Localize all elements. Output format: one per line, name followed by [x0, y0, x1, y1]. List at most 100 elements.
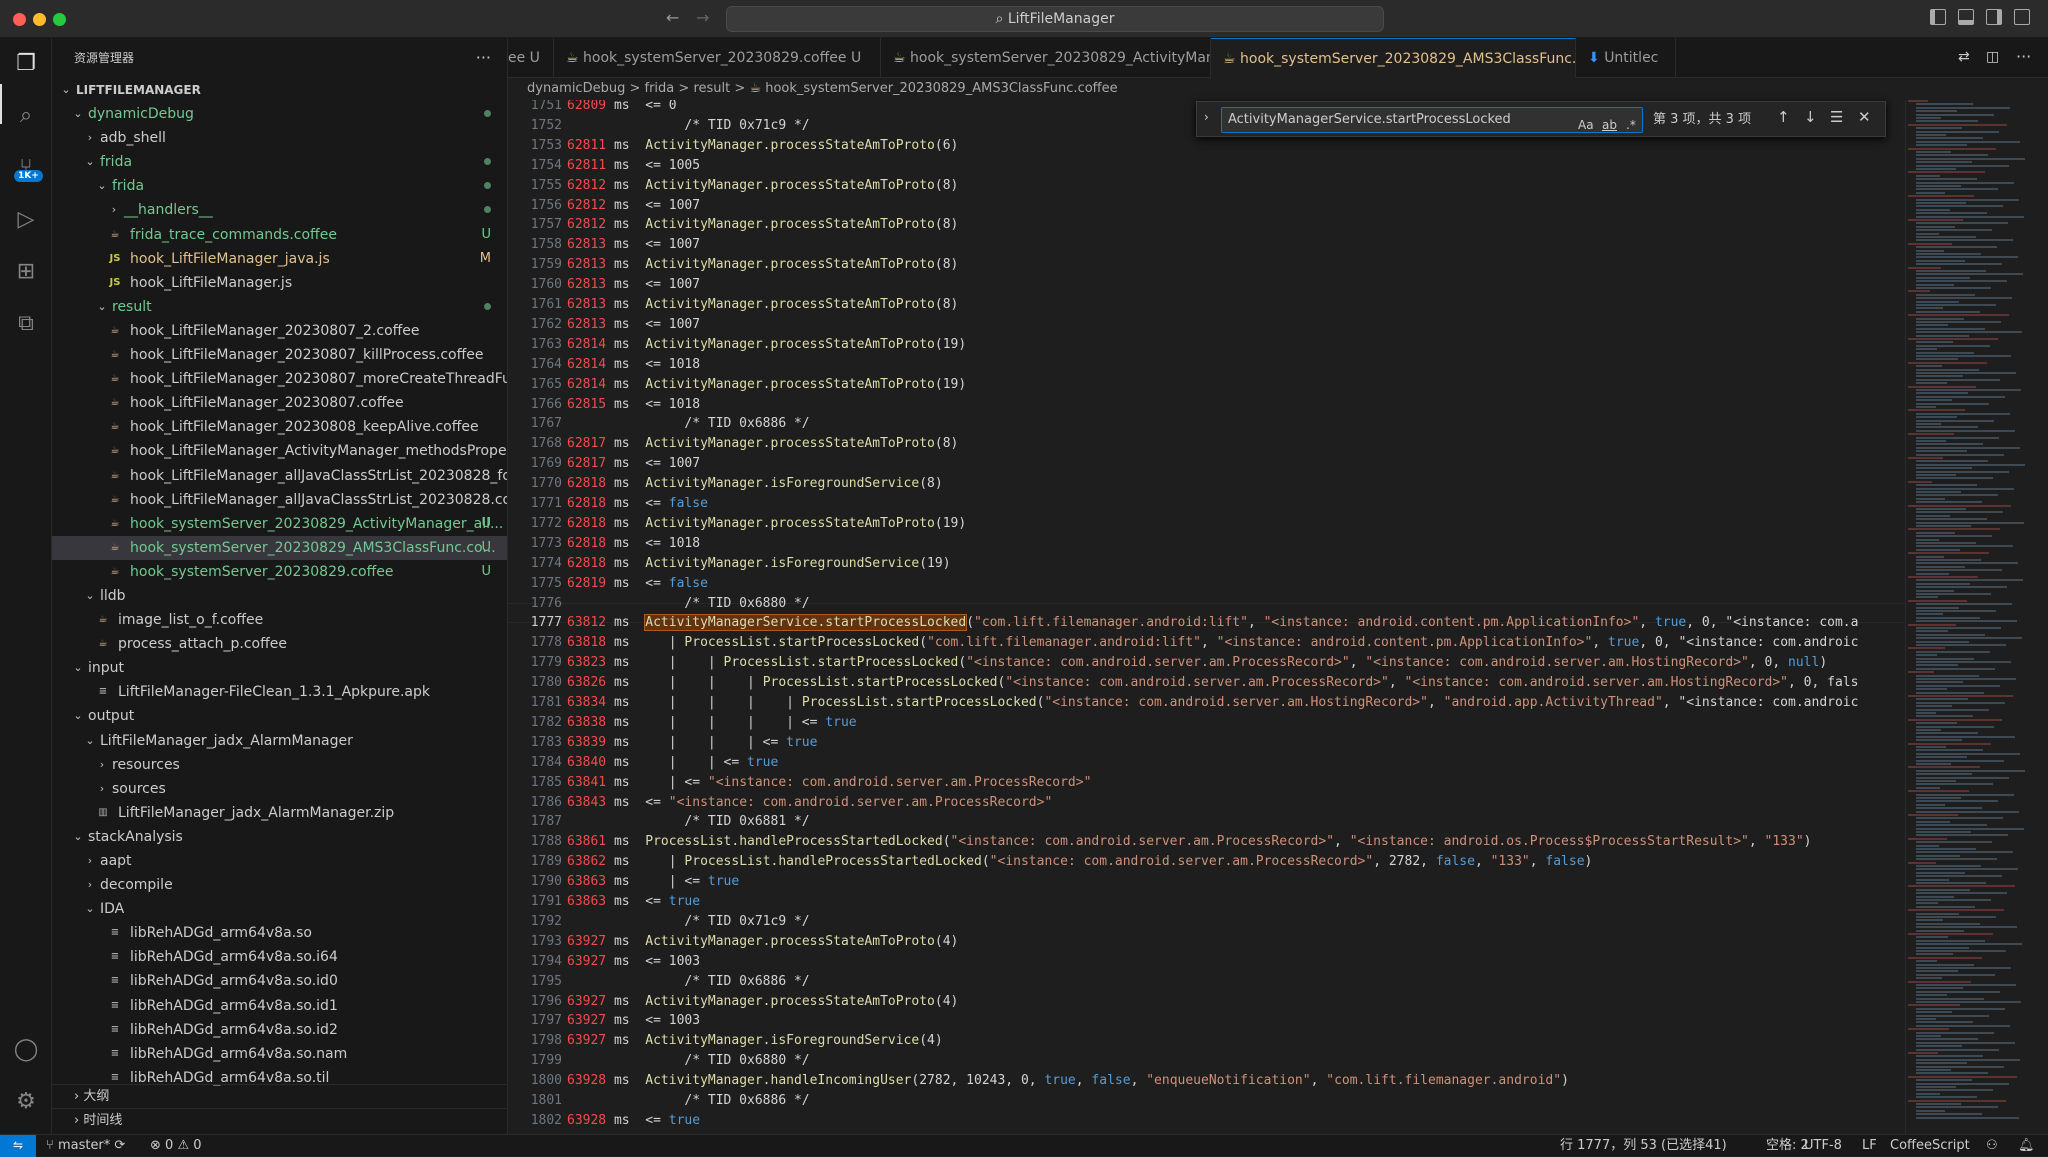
remote-indicator-icon[interactable]: ⇋ — [0, 1135, 36, 1157]
tree-item[interactable]: ≡ libRehADGd_arm64v8a.so.id1 — [52, 994, 507, 1018]
back-arrow-icon[interactable]: ← — [666, 8, 679, 27]
tree-item[interactable]: ☕ image_list_o_f.coffee — [52, 608, 507, 632]
tree-item[interactable]: ≡ libRehADGd_arm64v8a.so.i64 — [52, 945, 507, 969]
tab-partial[interactable]: ee U — [508, 38, 554, 78]
coffee-icon: ☕ — [110, 565, 120, 577]
code-editor[interactable]: 1751 62809 ms <= 0 1752 /* TID 0x71c9 */ 17… — [508, 100, 1905, 1134]
toggle-secondary-sidebar-icon[interactable] — [1986, 9, 2002, 25]
timeline-section[interactable]: › 时间线 — [52, 1108, 507, 1132]
breadcrumb-item[interactable]: dynamicDebug — [527, 81, 625, 96]
tree-item[interactable]: ☕ hook_LiftFileManager_20230807_killProce… — [52, 343, 507, 367]
tree-item[interactable]: › decompile — [52, 873, 507, 897]
maximize-window-button[interactable] — [53, 13, 66, 26]
tree-item[interactable]: ▥ LiftFileManager_jadx_AlarmManager.zip — [52, 801, 507, 825]
tree-item[interactable]: ☕ hook_LiftFileManager_20230807_moreCreat… — [52, 367, 507, 391]
tree-item-label: frida_trace_commands.coffee — [130, 226, 337, 243]
tree-item[interactable]: ≡ libRehADGd_arm64v8a.so — [52, 921, 507, 945]
regex-icon[interactable]: .* — [1626, 113, 1636, 137]
customize-layout-icon[interactable] — [2014, 9, 2030, 25]
outline-section[interactable]: › 大纲 — [52, 1084, 507, 1108]
tree-item[interactable]: ☕ hook_systemServer_20230829_AMS3ClassFun… — [52, 535, 507, 560]
tree-item-label: image_list_o_f.coffee — [118, 612, 264, 629]
tree-item[interactable]: › __handlers__ — [52, 198, 507, 222]
tree-item[interactable]: ⌄ IDA — [52, 897, 507, 921]
tree-item[interactable]: ☕ hook_LiftFileManager_allJavaClassStrLis… — [52, 464, 507, 488]
cursor-position[interactable]: 行 1777，列 53 (已选择41) — [1560, 1135, 1727, 1156]
split-editor-icon[interactable]: ◫ — [1986, 49, 1999, 65]
search-icon[interactable]: ⌕ — [10, 100, 42, 132]
tree-item[interactable]: ⌄ frida — [52, 174, 507, 198]
match-whole-word-icon[interactable]: ab — [1602, 113, 1617, 137]
command-center[interactable]: ⌕ LiftFileManager — [726, 6, 1384, 32]
tree-item[interactable]: ☕ hook_LiftFileManager_20230807_2.coffee — [52, 319, 507, 343]
copilot-icon[interactable]: ⚇ — [1986, 1135, 1998, 1156]
tab-ams3classfunc[interactable]: ☕ hook_systemServer_20230829_AMS3ClassFu… — [1211, 38, 1576, 78]
tree-item[interactable]: ☕ hook_LiftFileManager_ActivityManager_me… — [52, 439, 507, 463]
tree-item[interactable]: ⌄ result — [52, 295, 507, 319]
tree-item[interactable]: ⌄ output — [52, 704, 507, 728]
find-input[interactable]: ActivityManagerService.startProcessLocke… — [1221, 107, 1643, 133]
extensions-icon[interactable]: ⊞ — [10, 256, 42, 288]
tree-item[interactable]: JS hook_LiftFileManager.js — [52, 271, 507, 295]
gear-icon[interactable]: ⚙ — [10, 1086, 42, 1118]
problems-status[interactable]: ⊗ 0 ⚠ 0 — [150, 1135, 202, 1156]
tree-item[interactable]: ⌄ input — [52, 656, 507, 680]
tree-item[interactable]: › adb_shell — [52, 126, 507, 150]
tree-item[interactable]: ≡ LiftFileManager-FileClean_1.3.1_Apkpure… — [52, 680, 507, 704]
breadcrumb-item[interactable]: hook_systemServer_20230829_AMS3ClassFunc… — [765, 81, 1117, 96]
toggle-primary-sidebar-icon[interactable] — [1930, 9, 1946, 25]
tree-item[interactable]: ☕ hook_LiftFileManager_20230807.coffee — [52, 391, 507, 415]
explorer-icon[interactable]: ❐ — [10, 48, 42, 80]
more-actions-icon[interactable]: ··· — [2016, 47, 2031, 66]
more-actions-icon[interactable]: ··· — [476, 38, 491, 78]
next-match-icon[interactable]: ↓ — [1804, 108, 1817, 126]
breadcrumb-item[interactable]: result — [693, 81, 730, 96]
tree-item[interactable]: ≡ libRehADGd_arm64v8a.so.nam — [52, 1042, 507, 1066]
eol-status[interactable]: LF — [1862, 1135, 1877, 1156]
tab-untitled[interactable]: ⬇ Untitlec — [1576, 38, 1676, 78]
tree-item[interactable]: ⌄ LIFTFILEMANAGER — [52, 78, 507, 102]
account-icon[interactable]: ◯ — [10, 1034, 42, 1066]
tree-item[interactable]: ⌄ lldb — [52, 584, 507, 608]
indentation-status[interactable]: 空格: 2 — [1766, 1135, 1809, 1156]
toggle-panel-icon[interactable] — [1958, 9, 1974, 25]
tree-item[interactable]: › sources — [52, 777, 507, 801]
match-case-icon[interactable]: Aa — [1578, 113, 1594, 137]
run-debug-icon[interactable]: ▷ — [10, 204, 42, 236]
tree-item[interactable]: › resources — [52, 753, 507, 777]
tree-item[interactable]: ☕ frida_trace_commands.coffee U — [52, 223, 507, 247]
tab-systemserver[interactable]: ☕ hook_systemServer_20230829.coffee U — [554, 38, 881, 78]
branch-status[interactable]: ⑂ master* ⟳ — [46, 1135, 125, 1156]
tree-item[interactable]: ⌄ frida — [52, 150, 507, 174]
tab-activitymanager-allfunc[interactable]: ☕ hook_systemServer_20230829_ActivityMan… — [881, 38, 1211, 78]
remote-explorer-icon[interactable]: ⧉ — [10, 308, 42, 340]
tree-item[interactable]: › aapt — [52, 849, 507, 873]
minimap[interactable] — [1905, 100, 2048, 1134]
language-mode[interactable]: CoffeeScript — [1890, 1135, 1970, 1156]
tree-item[interactable]: ⌄ LiftFileManager_jadx_AlarmManager — [52, 729, 507, 753]
minimize-window-button[interactable] — [33, 13, 46, 26]
line-number: 1779 — [530, 655, 562, 671]
toggle-replace-icon[interactable]: › — [1204, 110, 1209, 124]
bell-icon[interactable]: 🔔︎ — [2018, 1135, 2035, 1156]
close-icon[interactable]: ✕ — [1858, 108, 1871, 126]
tree-item[interactable]: JS hook_LiftFileManager_java.js M — [52, 247, 507, 271]
line-number: 1793 — [530, 933, 562, 949]
tree-item[interactable]: ☕ hook_systemServer_20230829_ActivityMana… — [52, 512, 507, 536]
tree-item[interactable]: ≡ libRehADGd_arm64v8a.so.id2 — [52, 1018, 507, 1042]
tree-item[interactable]: ☕ hook_LiftFileManager_allJavaClassStrLis… — [52, 488, 507, 512]
tree-item[interactable]: ☕ hook_LiftFileManager_20230808_keepAlive… — [52, 415, 507, 439]
encoding-status[interactable]: UTF-8 — [1804, 1135, 1842, 1156]
previous-match-icon[interactable]: ↑ — [1777, 108, 1790, 126]
tree-item[interactable]: ☕ hook_systemServer_20230829.coffee U — [52, 560, 507, 584]
line-number: 1754 — [530, 157, 562, 173]
tree-item[interactable]: ⌄ stackAnalysis — [52, 825, 507, 849]
tree-item[interactable]: ⌄ dynamicDebug — [52, 102, 507, 126]
tree-item[interactable]: ☕ process_attach_p.coffee — [52, 632, 507, 656]
compare-icon[interactable]: ⇄ — [1958, 49, 1970, 65]
tree-item[interactable]: ≡ libRehADGd_arm64v8a.so.id0 — [52, 969, 507, 993]
breadcrumb-item[interactable]: frida — [645, 81, 675, 96]
forward-arrow-icon[interactable]: → — [696, 8, 709, 27]
close-window-button[interactable] — [13, 13, 26, 26]
find-in-selection-icon[interactable]: ☰ — [1830, 108, 1843, 126]
